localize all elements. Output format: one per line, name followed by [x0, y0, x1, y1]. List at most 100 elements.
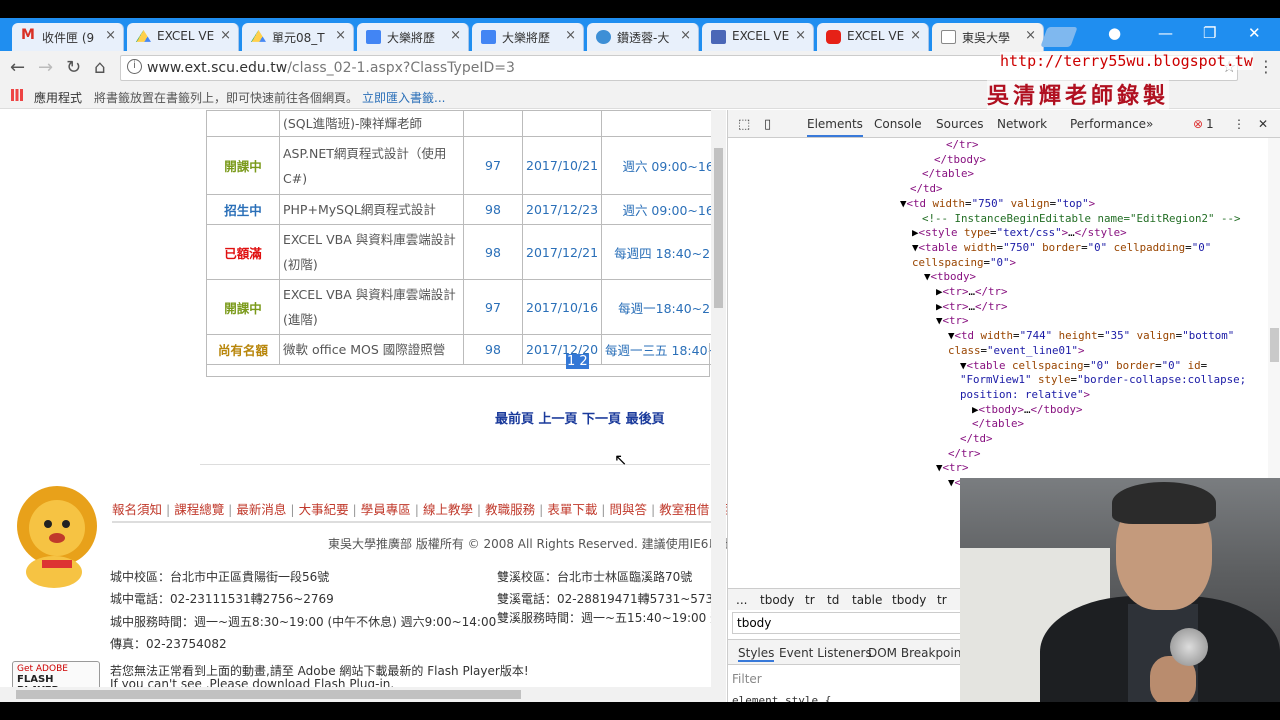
course-name[interactable]: (SQL進階班)-陳祥輝老師: [279, 110, 464, 137]
dom-line[interactable]: </td>: [728, 432, 1268, 447]
apps-link[interactable]: 應用程式: [34, 89, 82, 106]
page-vertical-scrollbar[interactable]: [711, 110, 726, 702]
dom-line[interactable]: position: relative">: [728, 388, 1268, 403]
breadcrumb[interactable]: ...: [736, 593, 747, 607]
tab-docs-1[interactable]: 大樂將歷 ×: [357, 23, 469, 51]
tab-styles[interactable]: Styles: [738, 646, 775, 662]
tab-docs-2[interactable]: 大樂將歷 ×: [472, 23, 584, 51]
course-name[interactable]: EXCEL VBA 與資料庫雲端設計(進階): [279, 279, 464, 335]
info-icon[interactable]: i: [127, 59, 142, 74]
close-icon[interactable]: ×: [910, 28, 921, 43]
tab-dom-breakpoints[interactable]: DOM Breakpoints: [868, 646, 972, 660]
footer-link[interactable]: 表單下載: [547, 502, 597, 517]
minimize-icon[interactable]: —: [1158, 24, 1173, 42]
device-toggle-icon[interactable]: ▯: [764, 117, 771, 132]
course-name[interactable]: EXCEL VBA 與資料庫雲端設計(初階): [279, 224, 464, 280]
dom-line[interactable]: ▼<tr>: [728, 461, 1268, 476]
dom-line[interactable]: ▼<tr>: [728, 314, 1268, 329]
back-icon[interactable]: ←: [10, 57, 25, 78]
footer-link[interactable]: 教職服務: [485, 502, 535, 517]
close-icon[interactable]: ×: [335, 28, 346, 43]
tab-performance[interactable]: Performance: [1070, 117, 1146, 131]
window-close-icon[interactable]: ✕: [1248, 24, 1261, 42]
footer-link[interactable]: 最新消息: [236, 502, 286, 517]
tab-gmail[interactable]: M 收件匣 (9 ×: [12, 23, 124, 51]
apps-icon[interactable]: [11, 89, 23, 101]
close-icon[interactable]: ×: [565, 28, 576, 43]
footer-link[interactable]: 教室租借: [659, 502, 709, 517]
tab-youtube[interactable]: EXCEL VE ×: [817, 23, 929, 51]
tab-bird[interactable]: 鑽透蓉-大 ×: [587, 23, 699, 51]
dom-line[interactable]: ▼<td width="750" valign="top">: [728, 197, 1268, 212]
close-icon[interactable]: ×: [105, 28, 116, 43]
footer-link[interactable]: 線上教學: [423, 502, 473, 517]
breadcrumb[interactable]: tbody: [892, 593, 926, 607]
breadcrumb[interactable]: tbody: [760, 593, 794, 607]
scroll-thumb[interactable]: [714, 148, 723, 308]
close-icon[interactable]: ×: [450, 28, 461, 43]
tab-sources[interactable]: Sources: [936, 117, 983, 131]
scroll-thumb[interactable]: [1270, 328, 1279, 362]
footer-link[interactable]: 大事紀要: [299, 502, 349, 517]
tab-active-scu[interactable]: 東吳大學 ×: [932, 23, 1044, 51]
dom-line[interactable]: ▶<tr>…</tr>: [728, 285, 1268, 300]
tab-blog[interactable]: EXCEL VE ×: [702, 23, 814, 51]
page-horizontal-scrollbar[interactable]: [0, 687, 711, 702]
dom-search-input[interactable]: tbody: [732, 612, 962, 634]
dom-line[interactable]: ▶<tr>…</tr>: [728, 300, 1268, 315]
tab-elements[interactable]: Elements: [807, 117, 863, 137]
tab-console[interactable]: Console: [874, 117, 922, 131]
close-icon[interactable]: ×: [220, 28, 231, 43]
breadcrumb[interactable]: table: [852, 593, 882, 607]
dom-line[interactable]: cellspacing="0">: [728, 256, 1268, 271]
footer-link[interactable]: 問與答: [610, 502, 648, 517]
styles-filter-input[interactable]: Filter: [732, 672, 762, 686]
course-name[interactable]: ASP.NET網頁程式設計（使用C#): [279, 136, 464, 195]
error-count[interactable]: 1: [1206, 117, 1214, 131]
dom-line[interactable]: <!-- InstanceBeginEditable name="EditReg…: [728, 212, 1268, 227]
dom-line[interactable]: ▼<td width="744" height="35" valign="bot…: [728, 329, 1268, 344]
profile-icon[interactable]: ●: [1108, 24, 1121, 42]
dom-line[interactable]: ▼<table width="750" border="0" cellpaddi…: [728, 241, 1268, 256]
close-icon[interactable]: ×: [1025, 28, 1036, 43]
restore-icon[interactable]: ❐: [1203, 24, 1216, 42]
menu-icon[interactable]: ⋮: [1258, 57, 1274, 76]
devtools-menu-icon[interactable]: ⋮: [1233, 117, 1245, 131]
tab-network[interactable]: Network: [997, 117, 1047, 131]
scroll-thumb[interactable]: [16, 690, 521, 699]
dom-line[interactable]: </tr>: [728, 138, 1268, 153]
dom-line[interactable]: </tbody>: [728, 153, 1268, 168]
dom-line[interactable]: </td>: [728, 182, 1268, 197]
inspect-icon[interactable]: ⬚: [738, 117, 750, 132]
tab-drive-2[interactable]: 單元08_T ×: [242, 23, 354, 51]
breadcrumb[interactable]: td: [827, 593, 839, 607]
dom-line[interactable]: </table>: [728, 417, 1268, 432]
new-tab-button[interactable]: [1040, 27, 1078, 47]
forward-icon[interactable]: →: [38, 57, 53, 78]
dom-line[interactable]: </table>: [728, 167, 1268, 182]
devtools-close-icon[interactable]: ✕: [1258, 117, 1268, 131]
dom-line[interactable]: "FormView1" style="border-collapse:colla…: [728, 373, 1268, 388]
footer-link[interactable]: 學員專區: [361, 502, 411, 517]
reload-icon[interactable]: ↻: [66, 57, 81, 78]
dom-line[interactable]: </tr>: [728, 447, 1268, 462]
footer-link[interactable]: 報名須知: [112, 502, 162, 517]
course-name[interactable]: PHP+MySQL網頁程式設計: [279, 194, 464, 225]
more-tabs-icon[interactable]: »: [1146, 117, 1153, 131]
page-nav-links[interactable]: 最前頁 上一頁 下一頁 最後頁: [495, 408, 665, 427]
dom-line[interactable]: ▶<style type="text/css">…</style>: [728, 226, 1268, 241]
dom-line[interactable]: class="event_line01">: [728, 344, 1268, 359]
home-icon[interactable]: ⌂: [94, 57, 105, 78]
tab-event-listeners[interactable]: Event Listeners: [779, 646, 872, 660]
footer-link[interactable]: 課程總覽: [174, 502, 224, 517]
breadcrumb[interactable]: tr: [805, 593, 815, 607]
breadcrumb[interactable]: tr: [937, 593, 947, 607]
tab-drive-1[interactable]: EXCEL VE ×: [127, 23, 239, 51]
page-numbers[interactable]: 1 2: [566, 354, 589, 369]
import-bookmarks-link[interactable]: 立即匯入書籤...: [362, 89, 445, 106]
dom-line[interactable]: ▶<tbody>…</tbody>: [728, 403, 1268, 418]
dom-line[interactable]: ▼<table cellspacing="0" border="0" id=: [728, 359, 1268, 374]
dom-line[interactable]: ▼<tbody>: [728, 270, 1268, 285]
close-icon[interactable]: ×: [795, 28, 806, 43]
close-icon[interactable]: ×: [680, 28, 691, 43]
